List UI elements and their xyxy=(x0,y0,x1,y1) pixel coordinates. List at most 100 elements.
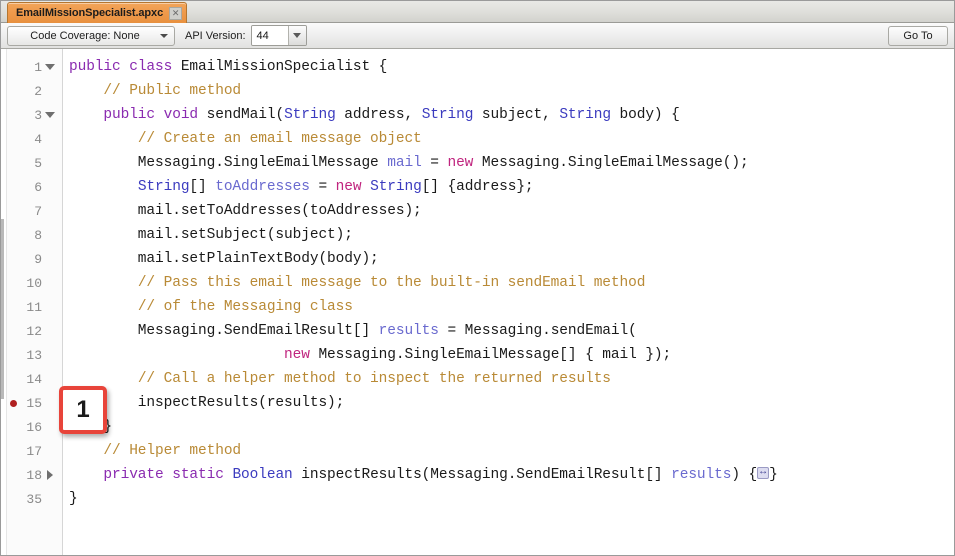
code-token: subject, xyxy=(473,107,560,123)
code-line[interactable]: public void sendMail(String address, Str… xyxy=(69,103,954,127)
api-version-label: API Version: xyxy=(185,29,246,42)
api-version-value: 44 xyxy=(251,26,288,45)
code-token: results xyxy=(671,467,732,483)
code-token: mail.setToAddresses(toAddresses); xyxy=(69,203,422,219)
code-token: inspectResults(Messaging.SendEmailResult… xyxy=(292,467,672,483)
code-token: new xyxy=(335,179,362,195)
code-line[interactable]: // Create an email message object xyxy=(69,127,954,151)
code-token: Messaging.SingleEmailMessage[] { mail })… xyxy=(309,347,672,363)
gutter-row[interactable]: 3 xyxy=(1,103,62,127)
annotation-number: 1 xyxy=(76,396,90,423)
code-line[interactable]: // Call a helper method to inspect the r… xyxy=(69,367,954,391)
line-number: 18 xyxy=(26,467,42,483)
code-line[interactable]: mail.setToAddresses(toAddresses); xyxy=(69,199,954,223)
code-token: address, xyxy=(335,107,422,123)
gutter-row[interactable]: 10 xyxy=(1,271,62,295)
code-token: private xyxy=(103,467,173,483)
chevron-down-icon xyxy=(160,33,168,38)
gutter-row[interactable]: 15 xyxy=(1,391,62,415)
gutter-row[interactable]: 12 xyxy=(1,319,62,343)
line-number: 14 xyxy=(26,371,42,387)
gutter-row[interactable]: 18 xyxy=(1,463,62,487)
code-line[interactable]: public class EmailMissionSpecialist { xyxy=(69,55,954,79)
code-token: toAddresses xyxy=(215,179,310,195)
code-token: = xyxy=(421,155,448,171)
code-coverage-dropdown[interactable]: Code Coverage: None xyxy=(7,25,175,46)
line-number: 15 xyxy=(26,395,42,411)
gutter-row[interactable]: 2 xyxy=(1,79,62,103)
line-number: 13 xyxy=(26,347,42,363)
editor-gutter[interactable]: 1 2 3 4 5 6 7 8 9 10 11 12 13 14 15 16 17 18 35 xyxy=(1,49,63,555)
line-number: 1 xyxy=(34,59,42,75)
go-to-button[interactable]: Go To xyxy=(888,25,948,46)
fold-toggle[interactable] xyxy=(42,463,58,487)
gutter-row[interactable]: 6 xyxy=(1,175,62,199)
code-line[interactable]: mail.setSubject(subject); xyxy=(69,223,954,247)
code-token: = xyxy=(309,179,336,195)
code-line[interactable]: new Messaging.SingleEmailMessage[] { mai… xyxy=(69,343,954,367)
line-number: 9 xyxy=(34,251,42,267)
line-number: 11 xyxy=(26,299,42,315)
code-line[interactable]: // Public method xyxy=(69,79,954,103)
code-token: mail xyxy=(387,155,422,171)
gutter-row[interactable]: 8 xyxy=(1,223,62,247)
chevron-down-icon[interactable] xyxy=(287,26,306,45)
code-line[interactable]: String[] toAddresses = new String[] {add… xyxy=(69,175,954,199)
gutter-row[interactable]: 13 xyxy=(1,343,62,367)
code-line[interactable]: // Pass this email message to the built-… xyxy=(69,271,954,295)
editor-code-area[interactable]: public class EmailMissionSpecialist { //… xyxy=(63,49,954,555)
code-token: String xyxy=(284,107,336,123)
code-token: [] xyxy=(189,179,216,195)
code-line[interactable]: private static Boolean inspectResults(Me… xyxy=(69,463,954,487)
tab-email-mission-specialist[interactable]: EmailMissionSpecialist.apxc ✕ xyxy=(7,2,188,23)
apex-code-editor-window: EmailMissionSpecialist.apxc ✕ Code Cover… xyxy=(0,0,955,556)
line-number: 8 xyxy=(34,227,42,243)
fold-collapse-icon[interactable] xyxy=(45,64,55,70)
code-token: String xyxy=(559,107,611,123)
line-number: 6 xyxy=(34,179,42,195)
api-version-select[interactable]: 44 xyxy=(250,25,307,46)
code-token: class xyxy=(129,59,181,75)
code-token: String xyxy=(370,179,422,195)
code-token: // Public method xyxy=(103,83,242,99)
code-token: Boolean xyxy=(232,467,293,483)
collapsed-block-icon[interactable]: ↔ xyxy=(757,467,770,480)
code-line[interactable]: Messaging.SendEmailResult[] results = Me… xyxy=(69,319,954,343)
gutter-row[interactable]: 35 xyxy=(1,487,62,511)
code-token: String xyxy=(137,179,190,195)
fold-toggle[interactable] xyxy=(42,103,58,127)
code-line[interactable]: // of the Messaging class xyxy=(69,295,954,319)
close-icon[interactable]: ✕ xyxy=(169,6,183,20)
fold-collapse-icon[interactable] xyxy=(45,112,55,118)
fold-toggle[interactable] xyxy=(42,55,58,79)
gutter-row[interactable]: 7 xyxy=(1,199,62,223)
gutter-row[interactable]: 16 xyxy=(1,415,62,439)
code-line[interactable]: inspectResults(results); xyxy=(69,391,954,415)
code-token: new xyxy=(284,347,310,363)
gutter-row[interactable]: 1 xyxy=(1,55,62,79)
breakpoint-icon[interactable] xyxy=(10,400,17,407)
gutter-row[interactable]: 14 xyxy=(1,367,62,391)
code-coverage-label: Code Coverage: None xyxy=(30,29,140,42)
gutter-row[interactable]: 5 xyxy=(1,151,62,175)
fold-expand-icon[interactable] xyxy=(47,470,53,480)
code-line[interactable]: Messaging.SingleEmailMessage mail = new … xyxy=(69,151,954,175)
code-line[interactable]: } xyxy=(69,415,954,439)
code-line[interactable]: } xyxy=(69,487,954,511)
code-line[interactable]: mail.setPlainTextBody(body); xyxy=(69,247,954,271)
code-token: // of the Messaging class xyxy=(137,299,353,315)
gutter-row[interactable]: 9 xyxy=(1,247,62,271)
gutter-row[interactable]: 4 xyxy=(1,127,62,151)
gutter-row[interactable]: 11 xyxy=(1,295,62,319)
gutter-row[interactable]: 17 xyxy=(1,439,62,463)
line-number: 35 xyxy=(26,491,42,507)
code-line[interactable]: // Helper method xyxy=(69,439,954,463)
